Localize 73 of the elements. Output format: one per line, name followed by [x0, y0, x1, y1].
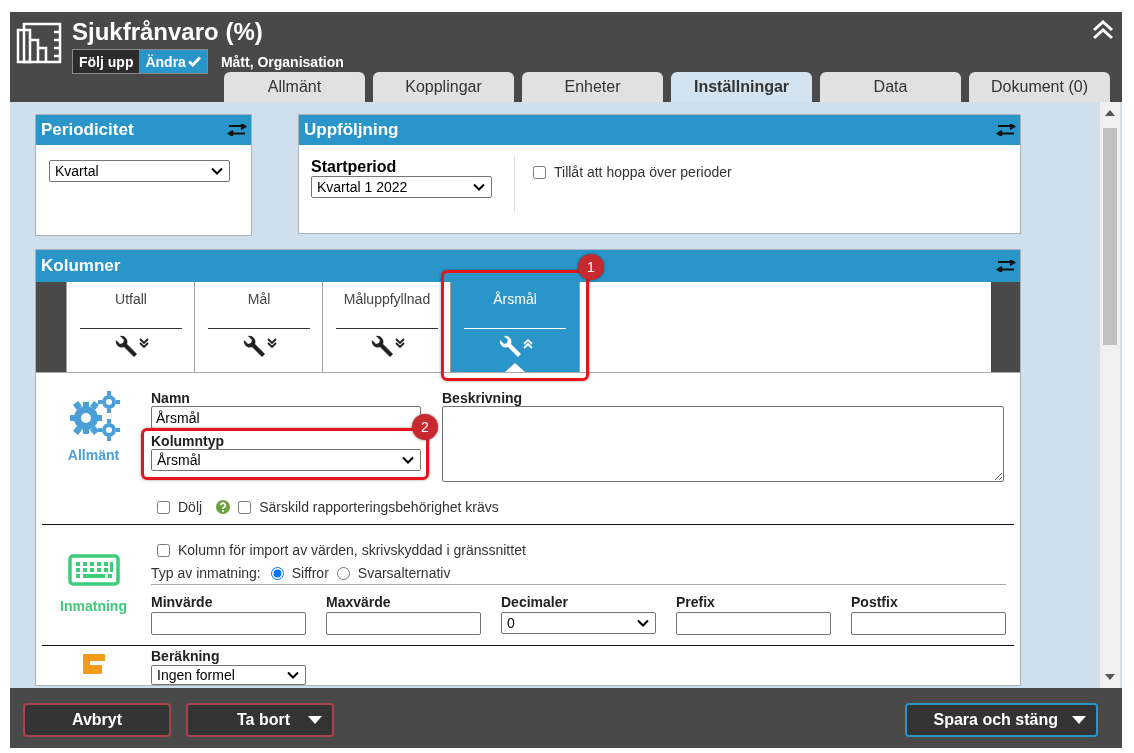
- chevron-down-icon: [473, 183, 485, 191]
- chevron-down-icon: [402, 456, 414, 464]
- scrollbar-thumb[interactable]: [1103, 128, 1117, 345]
- input-field[interactable]: [676, 612, 831, 635]
- step-badge: 2: [412, 414, 438, 440]
- formula-icon: [82, 654, 105, 674]
- check-icon: [187, 56, 201, 67]
- checkbox-label: Tillåt att hoppa över perioder: [554, 164, 732, 180]
- action-button[interactable]: Ta bort: [186, 703, 334, 737]
- tab[interactable]: Kopplingar: [373, 72, 514, 102]
- collapse-icon[interactable]: [1092, 20, 1114, 40]
- checkbox[interactable]: [238, 500, 252, 514]
- field-label: Typ av inmatning:: [151, 565, 261, 581]
- radio-button[interactable]: [336, 566, 350, 580]
- chevron-down-icon: [211, 167, 223, 175]
- periodicity-select[interactable]: Kvartal: [49, 160, 230, 182]
- tab[interactable]: Enheter: [522, 72, 663, 102]
- swap-arrows-icon[interactable]: [995, 260, 1017, 272]
- tab[interactable]: Inställningar: [671, 72, 812, 102]
- checkbox[interactable]: [157, 543, 170, 557]
- field-label: Decimaler: [501, 594, 569, 610]
- action-button[interactable]: Spara och stäng: [905, 703, 1098, 737]
- field-label: Kolumntyp: [151, 433, 226, 449]
- section-label: Inmatning: [60, 598, 127, 614]
- checkbox-label: Särskild rapporteringsbehörighet krävs: [259, 499, 499, 515]
- field-label: Postfix: [851, 594, 899, 610]
- swap-arrows-icon[interactable]: [226, 124, 248, 136]
- panel-title: Kolumner: [41, 256, 121, 276]
- keyboard-icon: [67, 554, 120, 586]
- window-title: Sjukfrånvaro (%): [72, 18, 264, 46]
- radio-label: Svarsalternativ: [357, 565, 451, 581]
- field-label: Prefix: [676, 594, 716, 610]
- field-label: Beräkning: [151, 648, 221, 664]
- tab[interactable]: Allmänt: [224, 72, 365, 102]
- field-label: Maxvärde: [326, 594, 392, 610]
- checkbox[interactable]: [157, 500, 170, 514]
- field-label: Beskrivning: [442, 390, 524, 406]
- action-button[interactable]: Avbryt: [23, 703, 171, 737]
- chevron-down-icon: [287, 671, 299, 679]
- formula-select[interactable]: Ingen formel: [151, 665, 306, 685]
- input-field[interactable]: [851, 612, 1006, 635]
- checkbox-label: Kolumn för import av värden, skrivskyddad i gränssnittet: [178, 542, 526, 558]
- panel-title: Uppföljning: [304, 120, 399, 140]
- radio-button[interactable]: [270, 566, 284, 580]
- panel-title: Periodicitet: [41, 120, 134, 140]
- input-field[interactable]: [151, 612, 306, 635]
- help-icon[interactable]: [216, 500, 231, 514]
- tab[interactable]: Dokument (0): [969, 72, 1110, 102]
- column-type-select[interactable]: Årsmål: [151, 449, 421, 471]
- field-label: Minvärde: [151, 594, 214, 610]
- field-label: Startperiod: [311, 158, 398, 176]
- wrench-chevron-icon: [241, 335, 277, 359]
- wrench-chevron-icon: [497, 335, 533, 359]
- name-input[interactable]: Årsmål: [151, 406, 421, 429]
- checkbox[interactable]: [533, 165, 546, 179]
- scroll-up-icon[interactable]: [1105, 110, 1115, 116]
- radio-label: Siffror: [291, 565, 329, 581]
- scroll-down-icon[interactable]: [1105, 674, 1115, 680]
- checkbox-label: Dölj: [178, 499, 203, 515]
- tab[interactable]: Data: [820, 72, 961, 102]
- subtitle: Mått, Organisation: [220, 53, 344, 70]
- input-field[interactable]: [326, 612, 481, 635]
- field-label: Namn: [151, 390, 191, 406]
- startperiod-select[interactable]: Kvartal 1 2022: [311, 176, 492, 198]
- swap-arrows-icon[interactable]: [995, 124, 1017, 136]
- mode-toggle-option[interactable]: Följ upp: [73, 50, 140, 73]
- description-textarea[interactable]: [442, 406, 1004, 482]
- chart-document-icon: [16, 20, 62, 66]
- chevron-down-icon: [637, 619, 649, 627]
- wrench-chevron-icon: [113, 335, 149, 359]
- decimals-select[interactable]: 0: [501, 612, 656, 634]
- wrench-chevron-icon: [369, 335, 405, 359]
- section-label: Allmänt: [67, 447, 120, 463]
